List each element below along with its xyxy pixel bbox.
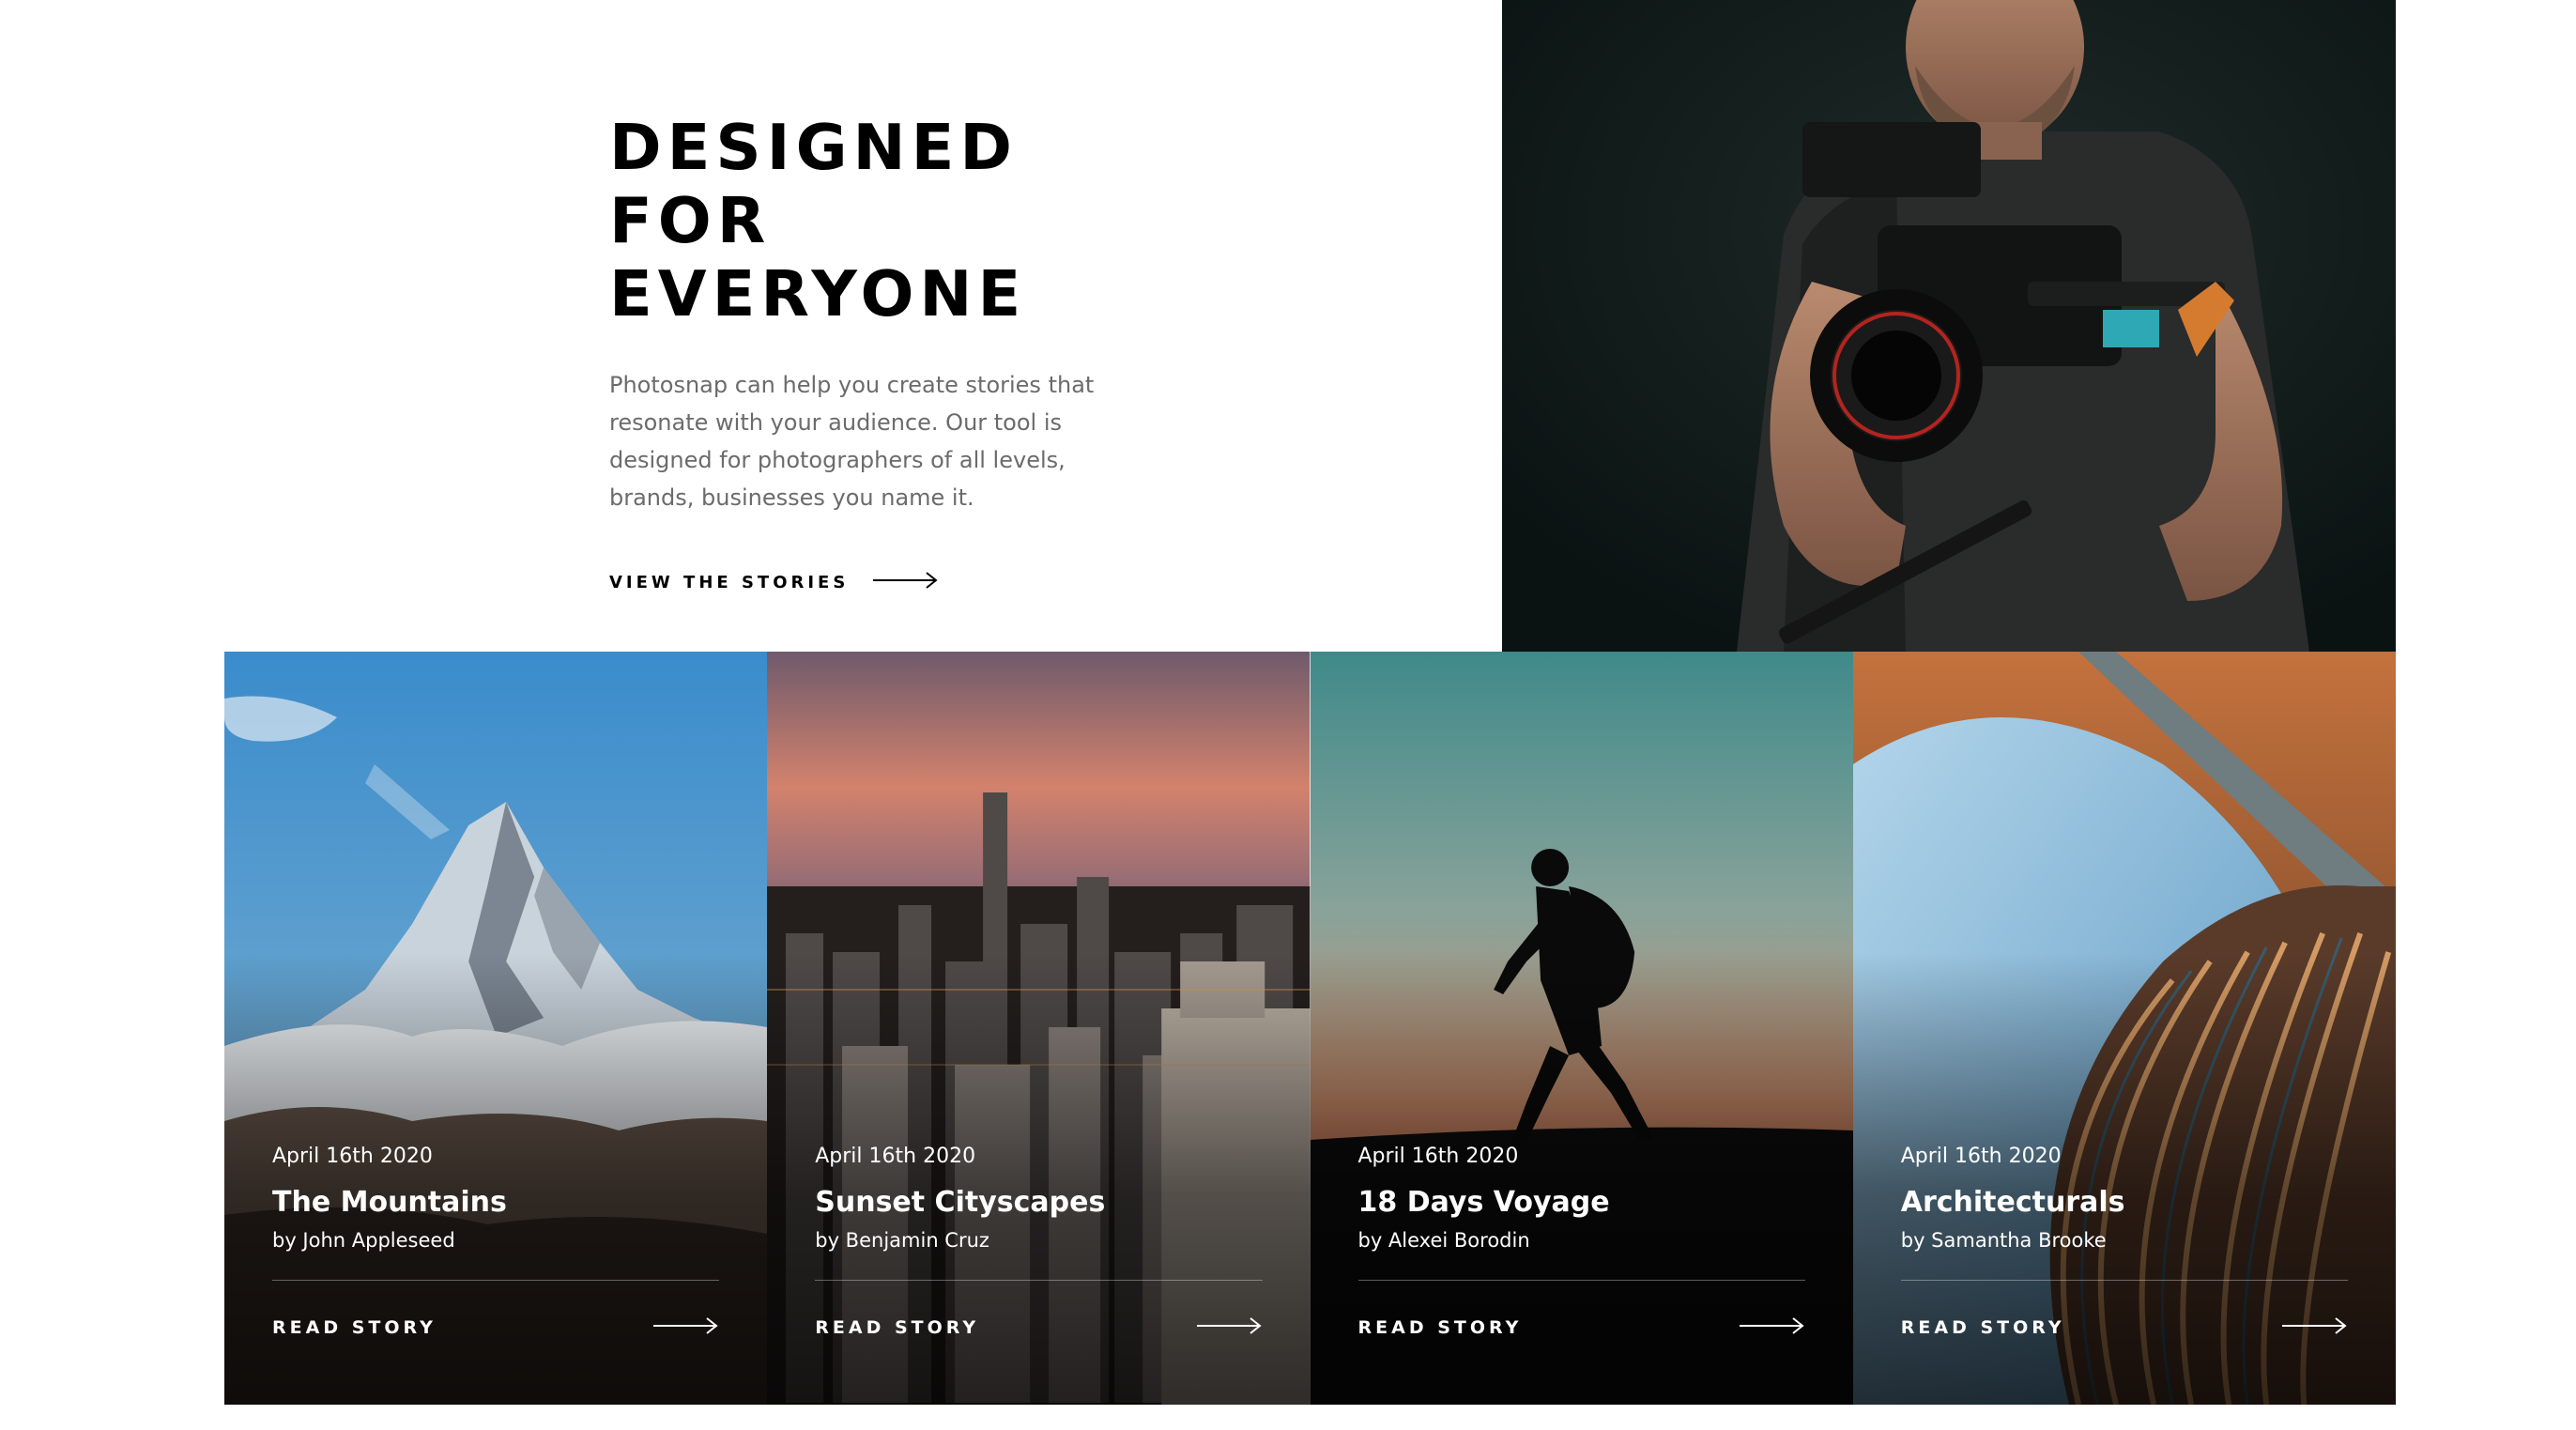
read-story-label: READ STORY xyxy=(1900,1317,2065,1338)
read-story-link[interactable]: READ STORY xyxy=(1358,1316,1805,1339)
card-divider xyxy=(815,1280,1263,1281)
story-title: 18 Days Voyage xyxy=(1357,1186,1610,1219)
arrow-right-icon xyxy=(653,1316,719,1339)
story-card[interactable]: April 16th 2020 The Mountains by John Ap… xyxy=(224,652,768,1405)
story-author: by Alexei Borodin xyxy=(1357,1229,1530,1252)
read-story-label: READ STORY xyxy=(815,1317,980,1338)
story-card[interactable]: April 16th 2020 Sunset Cityscapes by Ben… xyxy=(767,652,1311,1405)
card-divider xyxy=(1900,1280,2348,1281)
story-author: by Benjamin Cruz xyxy=(815,1229,989,1252)
story-author: by Samantha Brooke xyxy=(1900,1229,2107,1252)
story-cards: April 16th 2020 The Mountains by John Ap… xyxy=(224,652,2396,1405)
read-story-link[interactable]: READ STORY xyxy=(815,1316,1262,1339)
read-story-label: READ STORY xyxy=(272,1317,437,1338)
story-card[interactable]: April 16th 2020 Architecturals by Samant… xyxy=(1852,652,2396,1405)
story-author: by John Appleseed xyxy=(272,1229,455,1252)
story-title: The Mountains xyxy=(272,1186,507,1219)
intro-title-line1: DESIGNED FOR xyxy=(609,111,1019,257)
story-date: April 16th 2020 xyxy=(272,1145,433,1168)
arrow-right-icon xyxy=(1739,1316,1805,1339)
story-date: April 16th 2020 xyxy=(1900,1145,2062,1168)
page: DESIGNED FOR EVERYONE Photosnap can help… xyxy=(0,0,2576,1430)
card-divider xyxy=(1357,1280,1805,1281)
read-story-label: READ STORY xyxy=(1357,1317,1523,1338)
arrow-right-icon xyxy=(1196,1316,1263,1339)
story-date: April 16th 2020 xyxy=(1357,1145,1519,1168)
arrow-right-icon xyxy=(873,571,939,593)
intro-title-line2: EVERYONE xyxy=(609,257,1027,331)
story-title: Architecturals xyxy=(1900,1186,2125,1219)
story-title: Sunset Cityscapes xyxy=(815,1186,1106,1219)
read-story-link[interactable]: READ STORY xyxy=(1901,1316,2348,1339)
card-content: April 16th 2020 18 Days Voyage by Alexei… xyxy=(1357,1143,1805,1339)
intro-title: DESIGNED FOR EVERYONE xyxy=(609,111,1154,331)
view-stories-label: VIEW THE STORIES xyxy=(609,572,850,592)
videographer-photo xyxy=(1502,0,2396,652)
view-stories-link[interactable]: VIEW THE STORIES xyxy=(609,571,1154,593)
story-date: April 16th 2020 xyxy=(815,1145,976,1168)
story-card[interactable]: April 16th 2020 18 Days Voyage by Alexei… xyxy=(1310,652,1853,1405)
read-story-link[interactable]: READ STORY xyxy=(272,1316,719,1339)
card-content: April 16th 2020 The Mountains by John Ap… xyxy=(272,1143,720,1339)
card-content: April 16th 2020 Architecturals by Samant… xyxy=(1900,1143,2348,1339)
intro-section: DESIGNED FOR EVERYONE Photosnap can help… xyxy=(609,111,1154,593)
arrow-right-icon xyxy=(2282,1316,2348,1339)
intro-description: Photosnap can help you create stories th… xyxy=(609,372,1095,511)
card-divider xyxy=(272,1280,720,1281)
card-content: April 16th 2020 Sunset Cityscapes by Ben… xyxy=(815,1143,1263,1339)
